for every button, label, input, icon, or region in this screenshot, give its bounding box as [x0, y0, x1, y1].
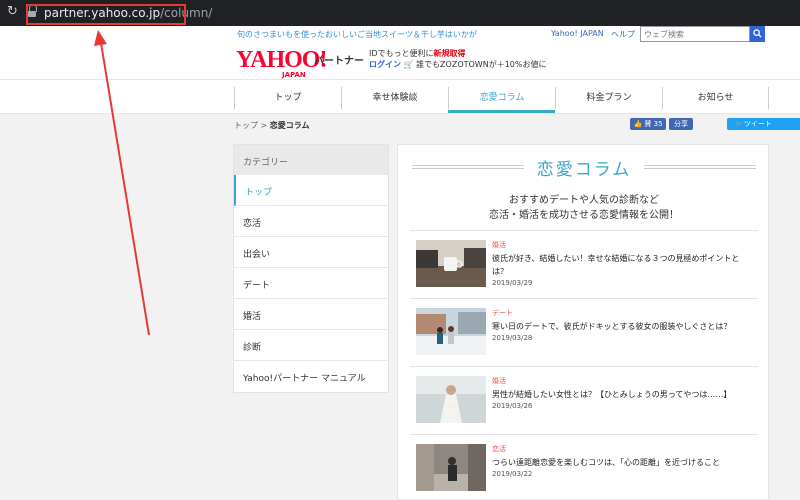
annotation-arrow [94, 30, 150, 336]
